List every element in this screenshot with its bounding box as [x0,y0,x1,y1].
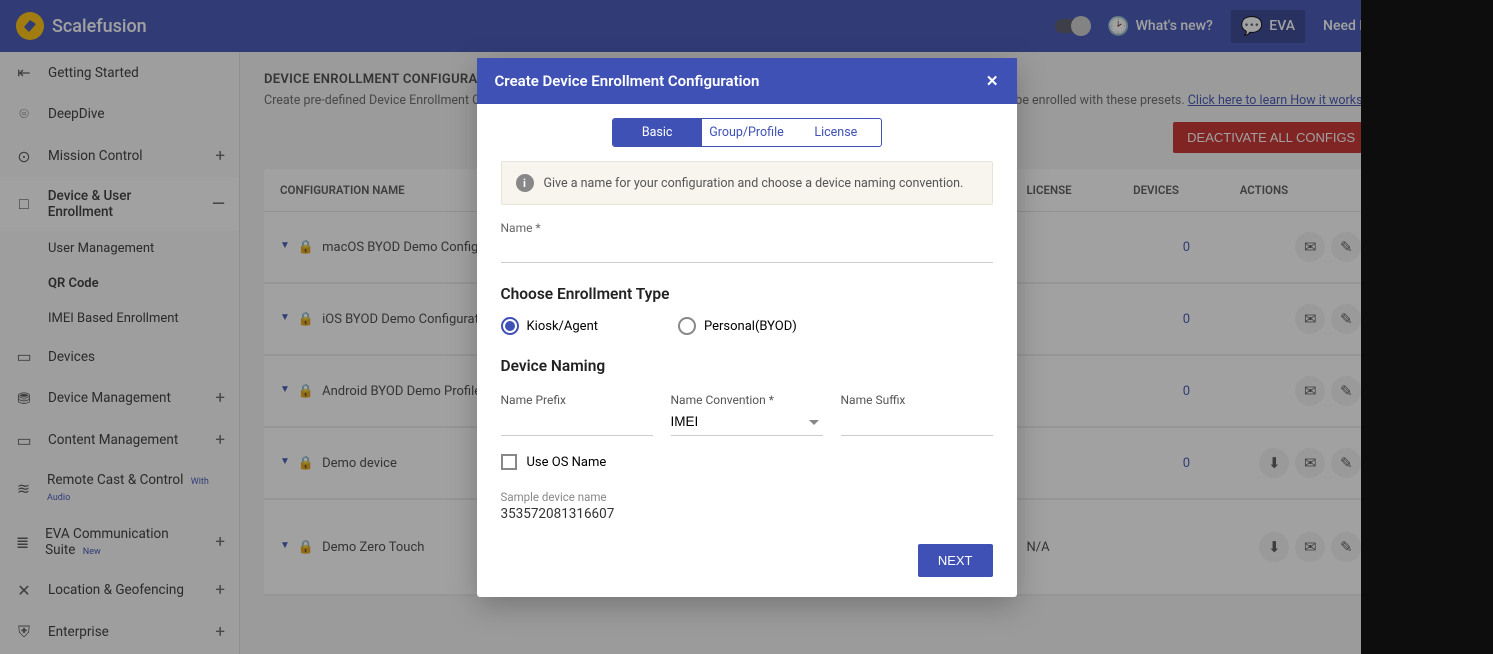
next-button[interactable]: NEXT [918,544,993,577]
close-icon[interactable]: ✕ [986,72,999,90]
sample-name: Sample device name 353572081316607 [501,490,993,522]
tab-basic[interactable]: Basic [613,119,702,146]
prefix-input[interactable] [501,408,653,436]
info-icon: i [516,174,534,192]
checkbox-icon [501,454,517,470]
modal-overlay[interactable]: Create Device Enrollment Configuration ✕… [0,0,1493,654]
name-input[interactable] [501,235,993,263]
suffix-label: Name Suffix [841,393,906,407]
enrollment-type-heading: Choose Enrollment Type [501,285,993,303]
info-bar: i Give a name for your configuration and… [501,161,993,205]
convention-label: Name Convention * [671,393,774,407]
prefix-label: Name Prefix [501,393,566,407]
create-config-modal: Create Device Enrollment Configuration ✕… [477,58,1017,597]
modal-tabs: Basic Group/Profile License [612,118,882,147]
convention-select[interactable] [671,408,823,436]
use-os-name-checkbox[interactable]: Use OS Name [501,454,993,470]
device-naming-heading: Device Naming [501,357,993,375]
tab-license[interactable]: License [791,119,880,146]
radio-icon [678,317,696,335]
radio-kiosk[interactable]: Kiosk/Agent [501,317,599,335]
name-label: Name * [501,221,993,235]
radio-icon [501,317,519,335]
radio-byod[interactable]: Personal(BYOD) [678,317,797,335]
modal-title: Create Device Enrollment Configuration [495,72,760,90]
tab-group-profile[interactable]: Group/Profile [702,119,791,146]
suffix-input[interactable] [841,408,993,436]
